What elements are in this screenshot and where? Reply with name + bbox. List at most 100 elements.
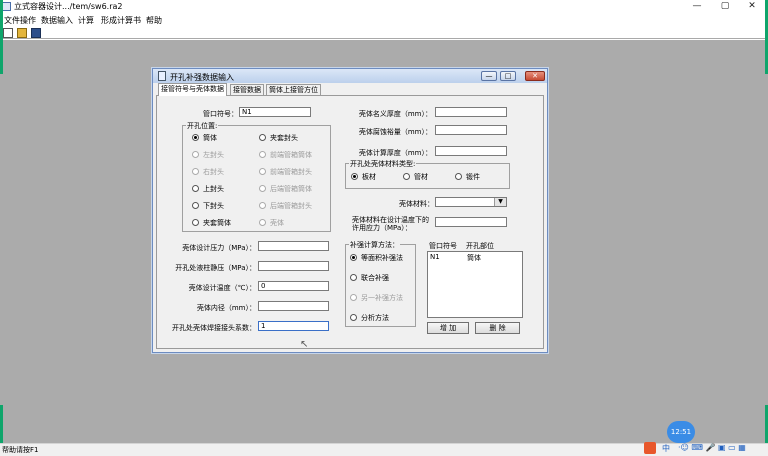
radio-label: 前端管箱筒体	[270, 151, 312, 159]
dropdown-arrow-icon[interactable]: ▼	[494, 198, 506, 206]
sogou-ime-icon[interactable]	[644, 442, 656, 454]
radio-dot-icon[interactable]	[350, 294, 357, 301]
radio-dot-icon[interactable]	[350, 314, 357, 321]
radio-dot-icon[interactable]	[350, 274, 357, 281]
radio-dot-icon[interactable]	[351, 173, 358, 180]
calc-method-radio[interactable]: 等面积补强法	[350, 253, 403, 263]
add-button[interactable]: 增 加	[427, 322, 469, 334]
shell-param-input[interactable]: 1	[258, 321, 329, 331]
list-header-location: 开孔部位	[466, 242, 494, 250]
radio-dot-icon[interactable]	[259, 219, 266, 226]
status-text: 帮助请按F1	[2, 446, 39, 454]
radio-label: 联合补强	[361, 274, 389, 282]
shell-param-label: 开孔处壳体焊接接头系数：	[172, 324, 256, 332]
material-type-radio[interactable]: 锻件	[455, 172, 480, 182]
opening-position-radio[interactable]: 右封头	[192, 167, 224, 177]
opening-position-radio[interactable]: 前端管箱封头	[259, 167, 312, 177]
radio-dot-icon[interactable]	[192, 219, 199, 226]
tray-icons[interactable]: ·☺ ⌨ 🎤 ▣ ▭ ▦	[678, 443, 746, 452]
menu-file[interactable]: 文件操作	[4, 15, 36, 26]
opening-position-radio[interactable]: 上封头	[192, 184, 224, 194]
shell-param-label: 壳体设计温度（℃）：	[188, 284, 256, 292]
radio-dot-icon[interactable]	[192, 151, 199, 158]
dialog-doc-icon	[158, 71, 166, 81]
opening-position-title: 开孔位置:	[186, 121, 219, 131]
radio-dot-icon[interactable]	[259, 151, 266, 158]
list-header-symbol: 管口符号	[429, 242, 457, 250]
radio-dot-icon[interactable]	[259, 202, 266, 209]
radio-label: 管材	[414, 173, 428, 181]
radio-label: 筒体	[203, 134, 217, 142]
opening-position-radio[interactable]: 壳体	[259, 218, 284, 228]
opening-position-radio[interactable]: 夹套筒体	[192, 218, 231, 228]
radio-dot-icon[interactable]	[192, 202, 199, 209]
minimize-button[interactable]: —	[690, 1, 704, 12]
opening-position-radio[interactable]: 后端管箱封头	[259, 201, 312, 211]
menu-data-input[interactable]: 数据输入	[41, 15, 73, 26]
new-file-icon[interactable]	[3, 28, 13, 38]
ime-mode-label[interactable]: 中	[662, 443, 670, 454]
list-cell-location[interactable]: 筒体	[467, 253, 481, 263]
shell-thickness-input[interactable]	[435, 146, 507, 156]
dialog-minimize-button[interactable]: —	[481, 71, 497, 81]
save-disk-icon[interactable]	[31, 28, 41, 38]
opening-position-radio[interactable]: 筒体	[192, 133, 217, 143]
left-edge-bar-bottom	[0, 405, 3, 443]
radio-label: 另一补强方法	[361, 294, 403, 302]
material-type-title: 开孔处壳体材料类型:	[349, 159, 417, 169]
radio-label: 壳体	[270, 219, 284, 227]
shell-param-input[interactable]	[258, 261, 329, 271]
maximize-button[interactable]: ▢	[718, 1, 732, 12]
tab-nozzle-symbol-shell[interactable]: 接管符号与壳体数据	[158, 83, 227, 96]
menu-calculate[interactable]: 计算	[78, 15, 94, 26]
radio-label: 后端管箱筒体	[270, 185, 312, 193]
mouse-cursor-icon: ↖	[300, 339, 309, 350]
list-cell-symbol[interactable]: N1	[430, 253, 440, 261]
radio-dot-icon[interactable]	[192, 185, 199, 192]
nozzle-symbol-input[interactable]: N1	[239, 107, 311, 117]
shell-param-input[interactable]	[258, 241, 329, 251]
dialog-close-button[interactable]: ✕	[525, 71, 545, 81]
radio-dot-icon[interactable]	[455, 173, 462, 180]
calc-method-radio[interactable]: 另一补强方法	[350, 293, 403, 303]
calc-method-radio[interactable]: 分析方法	[350, 313, 389, 323]
radio-label: 夹套封头	[270, 134, 298, 142]
calc-method-radio[interactable]: 联合补强	[350, 273, 389, 283]
delete-button[interactable]: 删 除	[475, 322, 520, 334]
allow-stress-input[interactable]	[435, 217, 507, 227]
shell-param-input[interactable]: 0	[258, 281, 329, 291]
radio-label: 前端管箱封头	[270, 168, 312, 176]
calc-method-title: 补强计算方法：	[349, 240, 400, 250]
shell-param-input[interactable]	[258, 301, 329, 311]
radio-dot-icon[interactable]	[192, 168, 199, 175]
toolbar	[0, 27, 768, 39]
shell-thickness-input[interactable]	[435, 107, 507, 117]
shell-thickness-label: 壳体计算厚度（mm）：	[358, 149, 432, 157]
opening-position-radio[interactable]: 下封头	[192, 201, 224, 211]
radio-dot-icon[interactable]	[350, 254, 357, 261]
radio-dot-icon[interactable]	[259, 168, 266, 175]
radio-dot-icon[interactable]	[259, 134, 266, 141]
close-button[interactable]: ✕	[745, 1, 759, 12]
open-folder-icon[interactable]	[17, 28, 27, 38]
allow-stress-label: 壳体材料在设计温度下的许用应力（MPa）：	[352, 216, 429, 232]
shell-thickness-input[interactable]	[435, 125, 507, 135]
radio-dot-icon[interactable]	[259, 185, 266, 192]
menu-report[interactable]: 形成计算书	[101, 15, 141, 26]
opening-position-radio[interactable]: 夹套封头	[259, 133, 298, 143]
radio-dot-icon[interactable]	[192, 134, 199, 141]
material-type-radio[interactable]: 板材	[351, 172, 376, 182]
radio-label: 左封头	[203, 151, 224, 159]
radio-label: 板材	[362, 173, 376, 181]
nozzle-symbol-label: 管口符号：	[203, 110, 238, 118]
opening-position-radio[interactable]: 后端管箱筒体	[259, 184, 312, 194]
menu-help[interactable]: 帮助	[146, 15, 162, 26]
shell-material-label: 壳体材料：	[399, 200, 434, 208]
radio-dot-icon[interactable]	[403, 173, 410, 180]
opening-position-radio[interactable]: 前端管箱筒体	[259, 150, 312, 160]
opening-position-radio[interactable]: 左封头	[192, 150, 224, 160]
dialog-maximize-button[interactable]: □	[500, 71, 516, 81]
window-title: 立式容器设计.../tem/sw6.ra2	[14, 2, 123, 11]
clock-bubble[interactable]: 12:51	[667, 421, 695, 443]
material-type-radio[interactable]: 管材	[403, 172, 428, 182]
